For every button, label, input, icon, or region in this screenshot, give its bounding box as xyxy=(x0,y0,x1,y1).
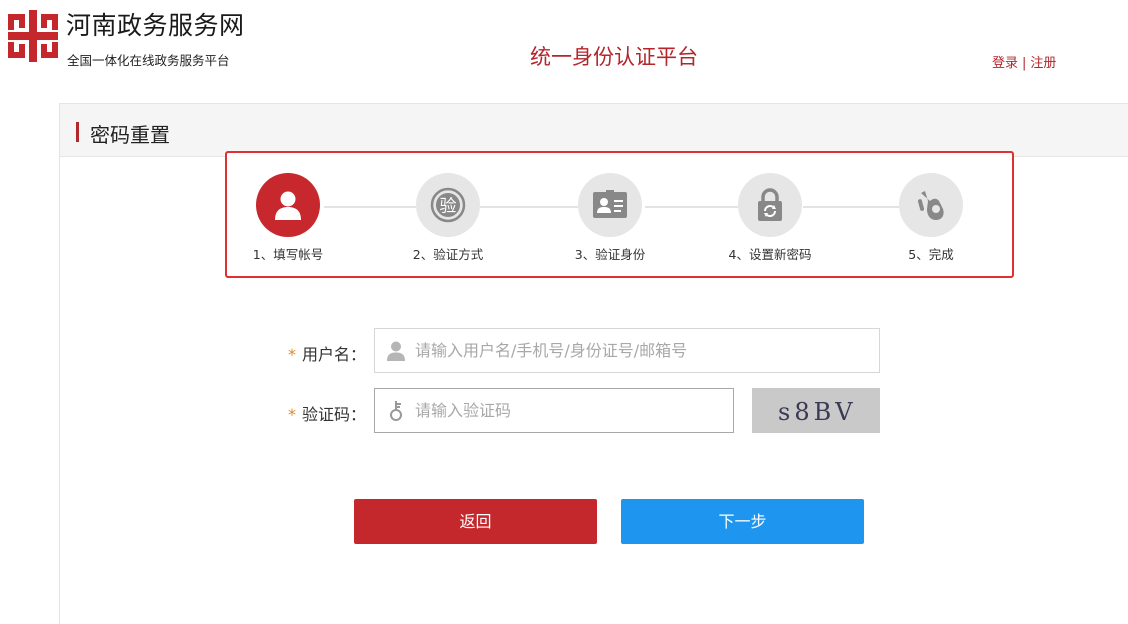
logo-icon xyxy=(8,10,58,62)
step-5-label: 5、完成 xyxy=(908,247,954,262)
captcha-label: * 验证码： xyxy=(288,405,367,424)
auth-separator: | xyxy=(1022,56,1027,71)
step-progress: 1、填写帐号 验 2、验证方式 3、验证身份 4、设置新密码 5、完成 xyxy=(225,151,1014,278)
captcha-input[interactable] xyxy=(415,389,725,432)
username-label: * 用户名： xyxy=(288,345,367,364)
site-subtitle: 全国一体化在线政务服务平台 xyxy=(67,53,230,68)
login-link[interactable]: 登录 xyxy=(992,56,1018,71)
auth-links: 登录 | 注册 xyxy=(992,52,1056,71)
verify-glyph: 验 xyxy=(440,197,457,217)
captcha-image[interactable]: s8BV xyxy=(752,388,880,433)
step-2-label: 2、验证方式 xyxy=(412,247,484,262)
id-card-icon xyxy=(593,190,627,218)
captcha-text: s8BV xyxy=(778,398,857,426)
required-mark: * xyxy=(288,405,296,424)
captcha-field[interactable] xyxy=(374,388,734,433)
step-5-circle xyxy=(899,173,963,237)
panel-header: 密码重置 xyxy=(60,104,1128,157)
step-4-label: 4、设置新密码 xyxy=(728,247,812,262)
user-icon xyxy=(275,191,301,220)
site-title: 河南政务服务网 xyxy=(66,11,245,40)
back-button[interactable]: 返回 xyxy=(354,499,597,544)
username-input[interactable] xyxy=(415,329,871,372)
step-1: 1、填写帐号 xyxy=(218,173,358,263)
page-title: 密码重置 xyxy=(90,123,170,147)
title-accent-bar xyxy=(76,122,79,142)
username-field[interactable] xyxy=(374,328,880,373)
next-button[interactable]: 下一步 xyxy=(621,499,864,544)
step-4-circle xyxy=(738,173,802,237)
step-3: 3、验证身份 xyxy=(540,173,680,263)
step-3-label: 3、验证身份 xyxy=(574,247,646,262)
step-3-circle xyxy=(578,173,642,237)
step-1-label: 1、填写帐号 xyxy=(252,247,324,262)
step-4: 4、设置新密码 xyxy=(700,173,840,263)
lock-refresh-icon xyxy=(758,188,782,221)
required-mark: * xyxy=(288,345,296,364)
step-5: 5、完成 xyxy=(861,173,1001,263)
register-link[interactable]: 注册 xyxy=(1030,56,1056,71)
step-2: 验 2、验证方式 xyxy=(378,173,518,263)
step-1-circle xyxy=(256,173,320,237)
step-2-circle: 验 xyxy=(416,173,480,237)
user-icon xyxy=(387,341,405,361)
verify-coin-icon: 验 xyxy=(430,187,466,223)
platform-title: 统一身份认证平台 xyxy=(530,45,698,69)
key-icon xyxy=(390,401,402,421)
ok-hand-icon xyxy=(917,191,944,220)
